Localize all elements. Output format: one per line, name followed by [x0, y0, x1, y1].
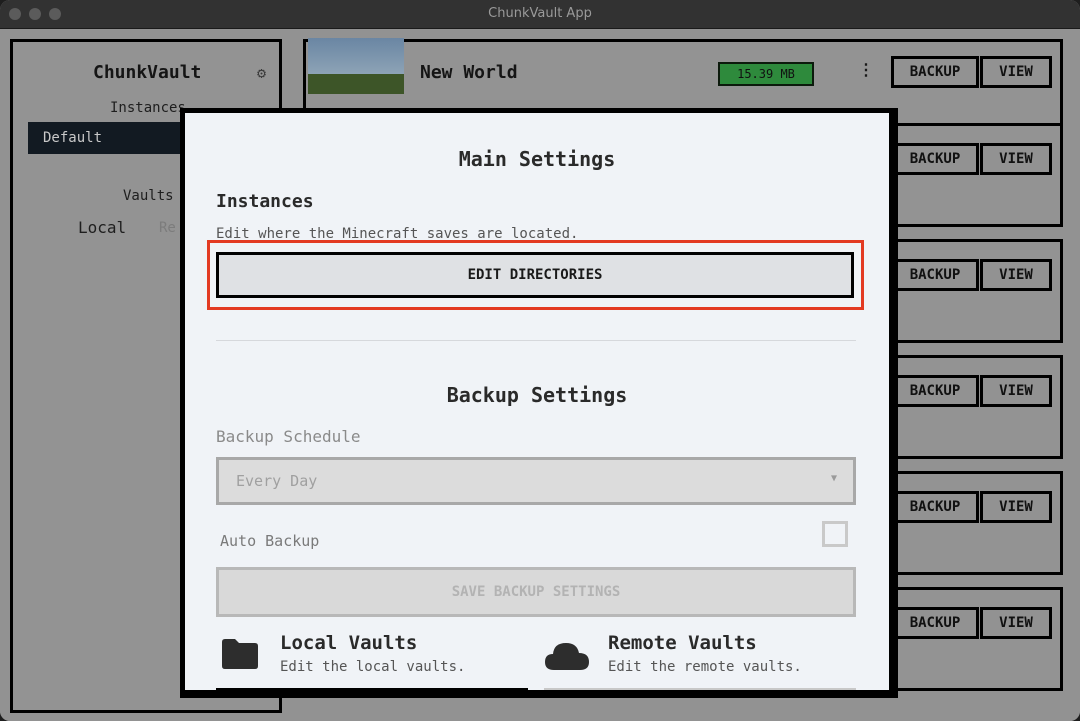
world-thumbnail	[308, 38, 404, 94]
backup-schedule-value: Every Day	[236, 472, 318, 490]
backup-button[interactable]: BACKUP	[891, 375, 979, 407]
view-button[interactable]: VIEW	[980, 259, 1052, 291]
backup-button[interactable]: BACKUP	[891, 143, 979, 175]
vaults-label: Vaults	[123, 188, 174, 204]
settings-modal: Main Settings Instances Edit where the M…	[180, 108, 898, 698]
backup-button[interactable]: BACKUP	[891, 56, 979, 88]
vault-tab-remote[interactable]: Re	[159, 220, 176, 236]
cloud-icon	[545, 643, 589, 670]
auto-backup-checkbox[interactable]	[822, 521, 848, 547]
world-size-badge: 15.39 MB	[718, 62, 814, 86]
local-vaults-title: Local Vaults	[280, 632, 418, 654]
app-name: ChunkVault	[93, 62, 202, 83]
vault-tab-local[interactable]: Local	[78, 218, 126, 237]
view-button[interactable]: VIEW	[980, 56, 1052, 88]
auto-backup-label: Auto Backup	[220, 532, 320, 550]
more-options-icon[interactable]: ⋮	[858, 60, 874, 79]
view-button[interactable]: VIEW	[980, 607, 1052, 639]
local-vaults-description: Edit the local vaults.	[280, 659, 466, 675]
backup-schedule-select[interactable]: Every Day ▼	[216, 457, 856, 505]
gear-icon[interactable]: ⚙	[257, 64, 266, 82]
remote-vaults-button-edge	[544, 688, 856, 690]
view-button[interactable]: VIEW	[980, 375, 1052, 407]
section-divider	[216, 340, 856, 341]
local-vaults-card[interactable]: Local Vaults Edit the local vaults.	[216, 632, 546, 690]
main-settings-title: Main Settings	[458, 147, 616, 171]
instances-heading: Instances	[216, 191, 314, 212]
title-bar: ChunkVault App	[0, 0, 1080, 29]
remote-vaults-description: Edit the remote vaults.	[608, 659, 802, 675]
local-vaults-button-edge	[216, 688, 528, 690]
view-button[interactable]: VIEW	[980, 143, 1052, 175]
folder-icon	[222, 639, 258, 669]
backup-button[interactable]: BACKUP	[891, 607, 979, 639]
backup-schedule-label: Backup Schedule	[216, 427, 361, 446]
settings-modal-body: Main Settings Instances Edit where the M…	[185, 113, 889, 690]
save-backup-settings-button[interactable]: SAVE BACKUP SETTINGS	[216, 567, 856, 617]
backup-settings-title: Backup Settings	[446, 383, 628, 407]
remote-vaults-card[interactable]: Remote Vaults Edit the remote vaults.	[544, 632, 874, 690]
instance-label: Default	[43, 130, 103, 146]
app-content: ChunkVault ⚙ Instances Default Vaults Lo…	[0, 29, 1080, 721]
view-button[interactable]: VIEW	[980, 491, 1052, 523]
edit-directories-button[interactable]: EDIT DIRECTORIES	[216, 252, 854, 298]
world-name: New World	[420, 62, 518, 83]
chevron-down-icon: ▼	[830, 473, 837, 484]
window-title: ChunkVault App	[488, 6, 592, 21]
app-window: ChunkVault App ChunkVault ⚙ Instances De…	[0, 0, 1080, 721]
backup-button[interactable]: BACKUP	[891, 491, 979, 523]
remote-vaults-title: Remote Vaults	[608, 632, 757, 654]
backup-button[interactable]: BACKUP	[891, 259, 979, 291]
instances-label: Instances	[110, 100, 186, 116]
